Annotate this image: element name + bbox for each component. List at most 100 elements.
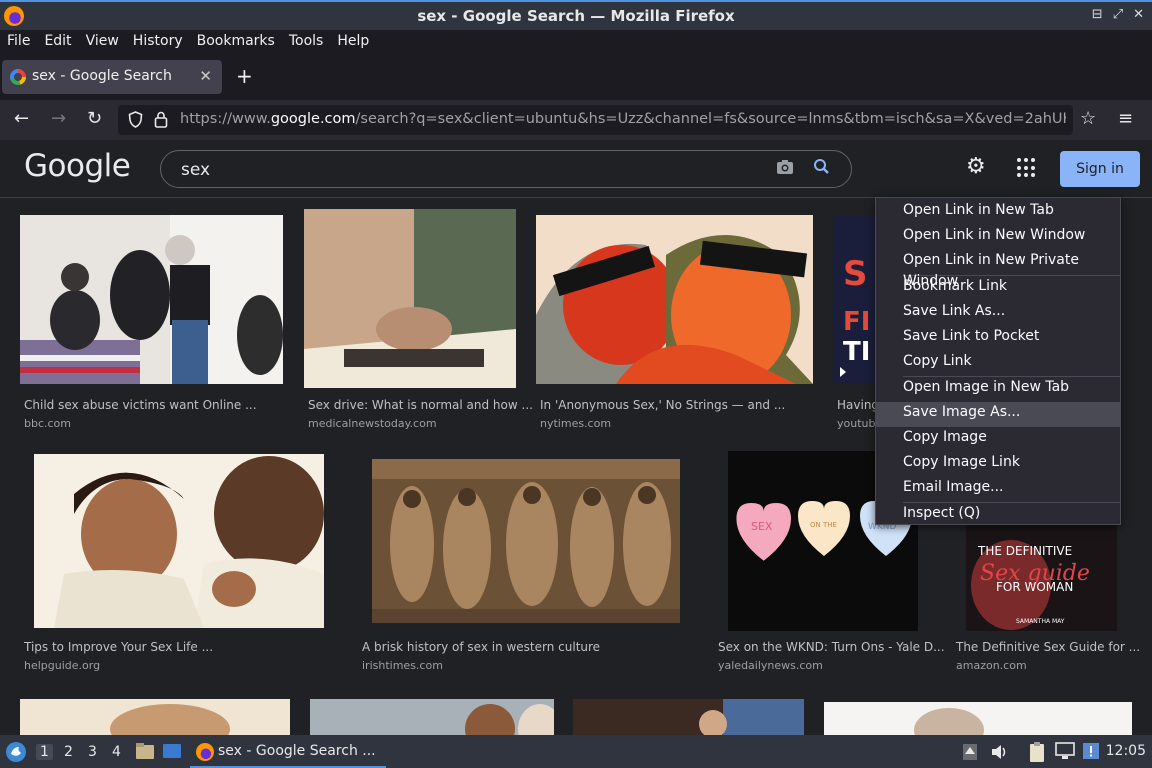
taskbar-item-firefox[interactable]: sex - Google Search ... bbox=[190, 737, 386, 768]
volume-icon[interactable] bbox=[990, 743, 1010, 761]
result-caption[interactable]: Sex drive: What is normal and how ... bbox=[308, 398, 533, 412]
result-caption[interactable]: The Definitive Sex Guide for ... bbox=[956, 640, 1140, 654]
lock-icon[interactable] bbox=[154, 110, 168, 128]
ctx-copy-link[interactable]: Copy Link bbox=[876, 351, 1120, 376]
ctx-open-link-new-tab[interactable]: Open Link in New Tab bbox=[876, 200, 1120, 225]
tray-up-arrow-icon[interactable] bbox=[962, 743, 978, 761]
ctx-bookmark-link[interactable]: Bookmark Link bbox=[876, 276, 1120, 301]
tab-close-icon[interactable]: ✕ bbox=[199, 67, 212, 85]
ctx-open-image-new-tab[interactable]: Open Image in New Tab bbox=[876, 377, 1120, 402]
sign-in-button[interactable]: Sign in bbox=[1060, 151, 1140, 187]
ctx-email-image[interactable]: Email Image... bbox=[876, 477, 1120, 502]
maximize-button[interactable]: ⤢ bbox=[1113, 7, 1123, 22]
taskbar: 1 2 3 4 sex - Google Search ... 12:05 bbox=[0, 735, 1152, 768]
shield-icon[interactable] bbox=[128, 111, 143, 128]
result-source[interactable]: medicalnewstoday.com bbox=[308, 417, 437, 430]
workspace-4[interactable]: 4 bbox=[112, 744, 121, 760]
menu-tools[interactable]: Tools bbox=[289, 30, 331, 54]
tab-title: sex - Google Search bbox=[32, 68, 172, 84]
settings-gear-icon[interactable]: ⚙ bbox=[966, 154, 986, 179]
apps-grid-icon[interactable] bbox=[1017, 158, 1037, 178]
display-icon[interactable] bbox=[1055, 742, 1075, 760]
clipboard-icon[interactable] bbox=[1028, 741, 1046, 763]
workspace-1[interactable]: 1 bbox=[36, 744, 53, 760]
result-thumbnail[interactable] bbox=[34, 454, 324, 628]
result-caption[interactable]: A brisk history of sex in western cultur… bbox=[362, 640, 600, 654]
book-title-text: THE DEFINITIVE bbox=[977, 544, 1072, 558]
back-button[interactable]: ← bbox=[14, 108, 29, 129]
google-favicon-icon bbox=[10, 69, 26, 85]
result-thumbnail[interactable] bbox=[824, 702, 1132, 735]
result-thumbnail[interactable] bbox=[372, 459, 680, 623]
camera-icon[interactable] bbox=[776, 159, 794, 175]
url-text[interactable]: https://www.google.com/search?q=sex&clie… bbox=[180, 111, 1066, 127]
result-caption[interactable]: In 'Anonymous Sex,' No Strings — and ... bbox=[540, 398, 785, 412]
context-menu: Open Link in New Tab Open Link in New Wi… bbox=[875, 197, 1121, 525]
url-bar[interactable]: https://www.google.com/search?q=sex&clie… bbox=[118, 105, 1073, 135]
window-title: sex - Google Search — Mozilla Firefox bbox=[417, 7, 735, 25]
bookmark-star-icon[interactable]: ☆ bbox=[1080, 108, 1096, 129]
ctx-open-link-private-window[interactable]: Open Link in New Private Window bbox=[876, 250, 1120, 289]
heart-on-the-text: ON THE bbox=[810, 521, 837, 529]
yt-thumb-text: S bbox=[843, 254, 868, 294]
reload-button[interactable]: ↻ bbox=[87, 108, 102, 129]
result-caption[interactable]: Tips to Improve Your Sex Life ... bbox=[24, 640, 213, 654]
book-for-woman-text: FOR WOMAN bbox=[996, 580, 1073, 594]
workspace-3[interactable]: 3 bbox=[88, 744, 97, 760]
result-caption[interactable]: Sex on the WKND: Turn Ons - Yale D... bbox=[718, 640, 945, 654]
navigation-toolbar: ← → ↻ https://www.google.com/search?q=se… bbox=[0, 100, 1152, 140]
menu-history[interactable]: History bbox=[133, 30, 190, 54]
tabbar: sex - Google Search ✕ bbox=[0, 54, 1152, 100]
result-thumbnail[interactable] bbox=[20, 215, 283, 384]
menu-edit[interactable]: Edit bbox=[44, 30, 78, 54]
file-manager-icon[interactable] bbox=[135, 742, 155, 760]
result-thumbnail[interactable]: S FI TI bbox=[833, 215, 878, 384]
result-caption[interactable]: Having bbox=[837, 398, 879, 412]
search-box[interactable]: sex bbox=[160, 150, 852, 188]
menubar: File Edit View History Bookmarks Tools H… bbox=[0, 30, 1152, 54]
search-input[interactable]: sex bbox=[181, 160, 210, 180]
google-header: Google sex ⚙ Sign in bbox=[0, 140, 1152, 198]
notification-icon[interactable] bbox=[1082, 742, 1100, 760]
ctx-copy-image-link[interactable]: Copy Image Link bbox=[876, 452, 1120, 477]
result-thumbnail[interactable] bbox=[20, 699, 290, 735]
menu-bookmarks[interactable]: Bookmarks bbox=[197, 30, 282, 54]
result-source[interactable]: irishtimes.com bbox=[362, 659, 443, 672]
clock: 12:05 bbox=[1105, 743, 1146, 759]
menu-file[interactable]: File bbox=[7, 30, 37, 54]
result-source[interactable]: helpguide.org bbox=[24, 659, 100, 672]
close-window-button[interactable]: ✕ bbox=[1133, 7, 1144, 22]
ctx-save-image-as[interactable]: Save Image As... bbox=[876, 402, 1120, 427]
result-caption[interactable]: Child sex abuse victims want Online ... bbox=[24, 398, 257, 412]
taskbar-item-label: sex - Google Search ... bbox=[218, 743, 376, 759]
result-thumbnail[interactable] bbox=[304, 209, 516, 388]
ctx-save-link-as[interactable]: Save Link As... bbox=[876, 301, 1120, 326]
svg-text:TI: TI bbox=[843, 337, 870, 367]
result-source[interactable]: bbc.com bbox=[24, 417, 71, 430]
forward-button[interactable]: → bbox=[51, 108, 66, 129]
ctx-inspect[interactable]: Inspect (Q) bbox=[876, 503, 1120, 528]
result-thumbnail[interactable] bbox=[536, 215, 813, 384]
firefox-icon bbox=[196, 743, 214, 761]
result-thumbnail[interactable]: THE DEFINITIVE Sex guide FOR WOMAN SAMAN… bbox=[966, 525, 1117, 631]
new-tab-button[interactable]: + bbox=[236, 64, 253, 88]
search-icon[interactable] bbox=[813, 158, 830, 175]
app-menu-icon[interactable]: ≡ bbox=[1118, 108, 1133, 129]
svg-text:FI: FI bbox=[843, 307, 870, 337]
show-desktop-icon[interactable] bbox=[162, 742, 182, 760]
workspace-2[interactable]: 2 bbox=[64, 744, 73, 760]
result-thumbnail[interactable] bbox=[310, 699, 554, 735]
ctx-open-link-new-window[interactable]: Open Link in New Window bbox=[876, 225, 1120, 250]
result-source[interactable]: nytimes.com bbox=[540, 417, 611, 430]
menu-help[interactable]: Help bbox=[337, 30, 376, 54]
tab-google-search[interactable]: sex - Google Search ✕ bbox=[2, 60, 222, 94]
minimize-button[interactable]: ⊟ bbox=[1092, 7, 1103, 22]
result-thumbnail[interactable] bbox=[573, 699, 804, 735]
result-source[interactable]: amazon.com bbox=[956, 659, 1027, 672]
result-source[interactable]: yaledailynews.com bbox=[718, 659, 823, 672]
start-menu-icon[interactable] bbox=[5, 741, 27, 763]
menu-view[interactable]: View bbox=[86, 30, 126, 54]
google-logo[interactable]: Google bbox=[24, 148, 131, 184]
ctx-copy-image[interactable]: Copy Image bbox=[876, 427, 1120, 452]
ctx-save-link-to-pocket[interactable]: Save Link to Pocket bbox=[876, 326, 1120, 351]
